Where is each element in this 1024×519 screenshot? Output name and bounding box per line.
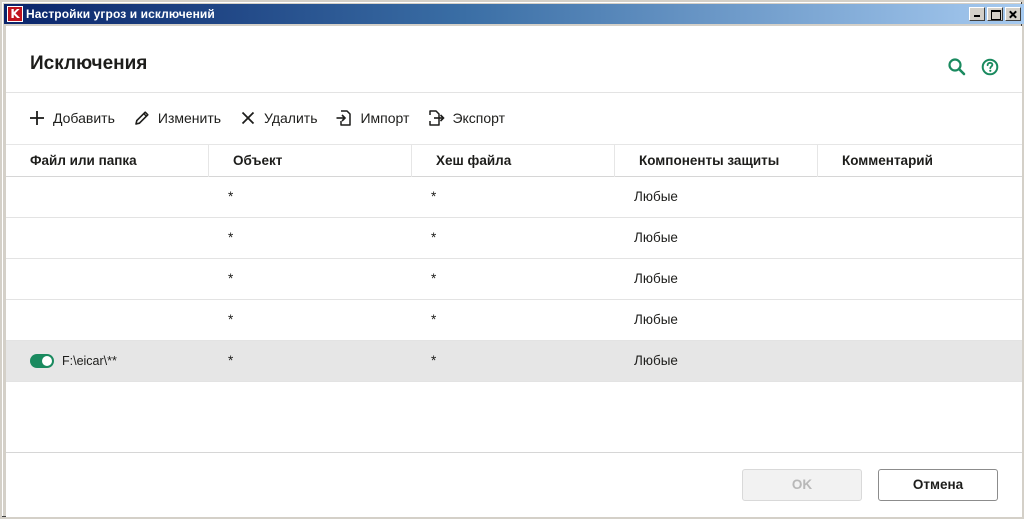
help-icon[interactable] (980, 57, 1000, 77)
edit-button-label: Изменить (157, 110, 222, 126)
cell-comment (818, 300, 1021, 340)
toolbar: Добавить Изменить Удалить Импорт Экспорт (28, 108, 523, 128)
import-icon (336, 110, 352, 126)
column-header-file[interactable]: Файл или папка (6, 145, 209, 177)
window-controls (967, 7, 1021, 21)
import-button-label: Импорт (360, 110, 410, 126)
cancel-button[interactable]: Отмена (878, 469, 998, 501)
kaspersky-icon: K (7, 6, 23, 22)
column-header-comment[interactable]: Комментарий (818, 145, 1022, 177)
header-divider (6, 92, 1022, 93)
cell-components: Любые (634, 353, 678, 368)
table-row[interactable]: * * Любые (6, 177, 1022, 218)
column-header-hash[interactable]: Хеш файла (412, 145, 615, 177)
cell-components: Любые (634, 312, 678, 327)
export-button-label: Экспорт (452, 110, 506, 126)
cell-components: Любые (634, 189, 678, 204)
import-button[interactable]: Импорт (335, 109, 409, 127)
table-header: Файл или папка Объект Хеш файла Компонен… (6, 144, 1022, 177)
file-path: F:\eicar\** (62, 354, 117, 368)
cell-object: * (228, 353, 234, 368)
table-row[interactable]: * * Любые (6, 218, 1022, 259)
pencil-icon (135, 111, 149, 125)
column-header-object[interactable]: Объект (209, 145, 412, 177)
cell-comment (818, 218, 1021, 258)
cell-object: * (228, 189, 234, 204)
add-button[interactable]: Добавить (28, 109, 115, 127)
title-bar[interactable]: K Настройки угроз и исключений (4, 4, 1024, 24)
export-button[interactable]: Экспорт (427, 109, 505, 127)
export-icon (429, 110, 446, 126)
window-title: Настройки угроз и исключений (26, 7, 215, 21)
cell-hash: * (431, 353, 437, 368)
delete-button[interactable]: Удалить (239, 109, 317, 127)
cell-file (6, 259, 209, 299)
table-row-selected[interactable]: F:\eicar\** * * Любые (6, 341, 1022, 382)
add-button-label: Добавить (53, 110, 115, 126)
cell-file (6, 218, 209, 258)
window: K Настройки угроз и исключений Исключени… (0, 0, 1024, 519)
cell-hash: * (431, 271, 437, 286)
close-button[interactable] (1005, 7, 1021, 21)
footer-divider (6, 452, 1022, 453)
maximize-button[interactable] (987, 7, 1003, 21)
header: Исключения (6, 26, 1022, 93)
cell-file: F:\eicar\** (6, 341, 209, 381)
edit-button[interactable]: Изменить (133, 109, 221, 127)
cell-components: Любые (634, 271, 678, 286)
cell-hash: * (431, 230, 437, 245)
cell-comment (818, 177, 1021, 217)
cell-hash: * (431, 189, 437, 204)
cell-object: * (228, 312, 234, 327)
plus-icon (30, 111, 44, 125)
cell-object: * (228, 230, 234, 245)
dialog-content: Исключения Добавить Изменить Удалить Имп… (6, 26, 1022, 517)
exclusions-table: Файл или папка Объект Хеш файла Компонен… (6, 144, 1022, 382)
ok-button[interactable]: OK (742, 469, 862, 501)
cell-components: Любые (634, 230, 678, 245)
search-icon[interactable] (947, 57, 967, 77)
cell-file (6, 300, 209, 340)
cell-comment (818, 341, 1021, 381)
delete-button-label: Удалить (264, 110, 318, 126)
cross-icon (241, 111, 255, 125)
page-title: Исключения (30, 53, 148, 74)
column-header-components[interactable]: Компоненты защиты (615, 145, 818, 177)
minimize-button[interactable] (969, 7, 985, 21)
cell-file (6, 177, 209, 217)
cell-hash: * (431, 312, 437, 327)
cell-comment (818, 259, 1021, 299)
table-row[interactable]: * * Любые (6, 259, 1022, 300)
cell-object: * (228, 271, 234, 286)
exclusion-toggle[interactable] (30, 354, 54, 368)
table-row[interactable]: * * Любые (6, 300, 1022, 341)
